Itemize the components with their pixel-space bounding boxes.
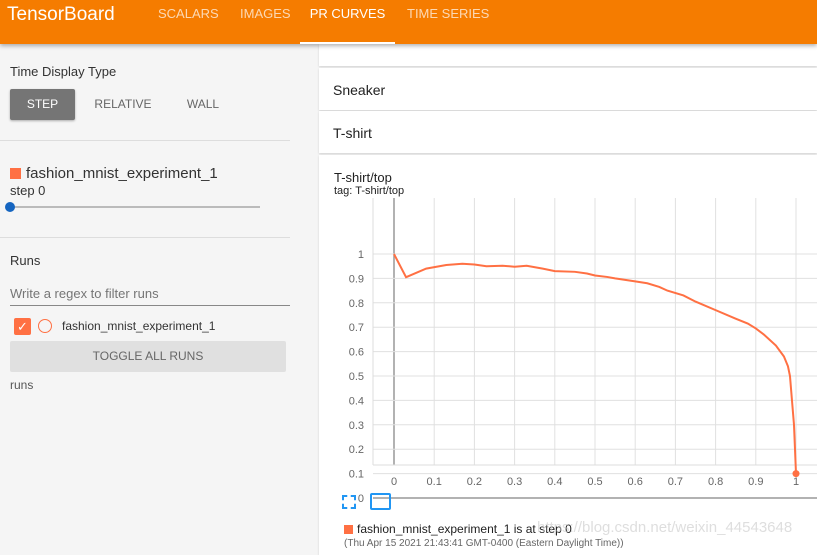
- watermark: https://blog.csdn.net/weixin_44543648: [537, 519, 793, 536]
- time-option-wall[interactable]: WALL: [175, 89, 231, 120]
- pr-curve-card: T-shirt/top tag: T-shirt/top 0 0.1 0.2 0.3 0…: [319, 155, 817, 555]
- tab-images[interactable]: IMAGES: [240, 6, 291, 44]
- tab-time-series[interactable]: TIME SERIES: [407, 6, 489, 44]
- divider: [0, 140, 290, 141]
- x-tick-label: 0.4: [547, 476, 562, 488]
- brand-logo: TensorBoard: [7, 4, 115, 25]
- x-tick-label: 0: [391, 476, 397, 488]
- y-tick-label: 0.8: [349, 298, 364, 310]
- x-tick-label: 0.9: [748, 476, 763, 488]
- time-option-step[interactable]: STEP: [10, 89, 75, 120]
- zoom-selection-icon[interactable]: [370, 493, 391, 510]
- pr-curve-chart[interactable]: 0 0.1 0.2 0.3 0.4 0.5 0.6 0.7 0.8 0.9 1 0 0.1 0.2 0.3 0…: [319, 155, 817, 525]
- y-tick-label: 0: [358, 493, 364, 505]
- y-tick-label: 0.3: [349, 420, 364, 432]
- x-tick-label: 0.6: [628, 476, 643, 488]
- category-title: T-shirt: [333, 125, 372, 141]
- category-tshirt[interactable]: T-shirt: [319, 111, 817, 153]
- x-tick-label: 0.2: [467, 476, 482, 488]
- run-checkbox[interactable]: ✓: [14, 318, 31, 335]
- y-tick-label: 0.4: [349, 395, 364, 407]
- runs-footer: runs: [10, 378, 34, 392]
- main-content: Sneaker T-shirt T-shirt/top tag: T-shirt…: [319, 44, 817, 555]
- tab-pr-curves[interactable]: PR CURVES: [300, 6, 395, 44]
- run-radio[interactable]: [38, 319, 52, 333]
- run-name: fashion_mnist_experiment_1: [26, 165, 218, 182]
- category-sneaker[interactable]: Sneaker: [319, 68, 817, 110]
- y-tick-label: 0.6: [349, 347, 364, 359]
- fit-domain-icon[interactable]: [342, 495, 356, 509]
- step-label: step 0: [10, 183, 46, 198]
- x-tick-label: 1: [793, 476, 799, 488]
- category-title: Sneaker: [333, 82, 386, 98]
- toggle-all-runs-button[interactable]: TOGGLE ALL RUNS: [10, 341, 286, 372]
- time-option-relative[interactable]: RELATIVE: [85, 89, 161, 120]
- y-tick-label: 0.9: [349, 273, 364, 285]
- time-display-label: Time Display Type: [10, 64, 117, 79]
- run-list-item-name: fashion_mnist_experiment_1: [62, 319, 216, 333]
- step-slider-thumb[interactable]: [5, 202, 15, 212]
- x-tick-label: 0.7: [668, 476, 683, 488]
- run-color-swatch: [10, 168, 21, 179]
- tab-scalars[interactable]: SCALARS: [158, 6, 219, 44]
- y-tick-label: 1: [358, 249, 364, 261]
- x-tick-label: 0.3: [507, 476, 522, 488]
- x-tick-label: 0.8: [708, 476, 723, 488]
- y-tick-label: 0.1: [349, 469, 364, 481]
- y-tick-label: 0.2: [349, 444, 364, 456]
- x-tick-label: 0.1: [427, 476, 442, 488]
- top-app-bar: TensorBoard SCALARS IMAGES PR CURVES TIM…: [0, 0, 817, 44]
- run-filter-input[interactable]: [10, 282, 290, 306]
- y-tick-label: 0.7: [349, 322, 364, 334]
- y-tick-label: 0.5: [349, 371, 364, 383]
- divider: [0, 237, 290, 238]
- category-pane: [319, 44, 817, 66]
- pr-curve-endpoint: [792, 470, 800, 478]
- x-tick-label: 0.5: [587, 476, 602, 488]
- legend-swatch: [344, 525, 353, 534]
- legend-timestamp: (Thu Apr 15 2021 21:43:41 GMT-0400 (East…: [344, 538, 624, 549]
- step-slider-track[interactable]: [10, 206, 260, 208]
- runs-label: Runs: [10, 253, 41, 268]
